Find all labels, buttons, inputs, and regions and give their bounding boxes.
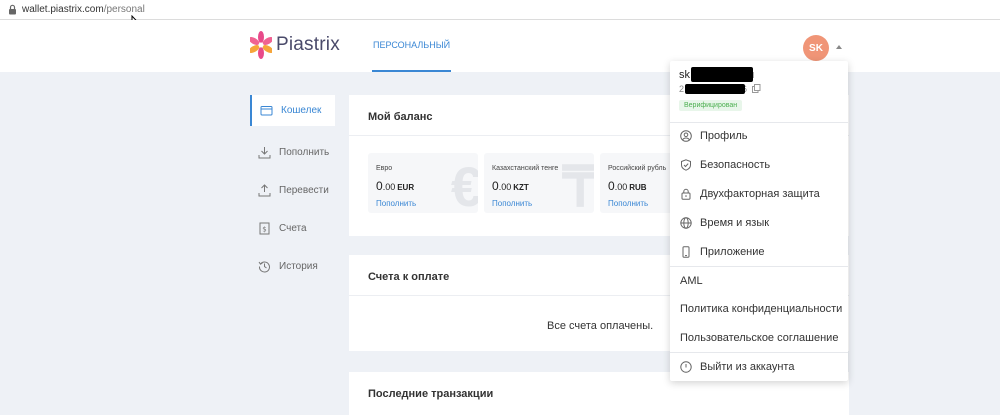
user-avatar[interactable]: SK xyxy=(803,35,829,61)
balance-title: Мой баланс xyxy=(368,111,433,123)
piastrix-logo[interactable]: Piastrix xyxy=(250,31,340,59)
upload-icon xyxy=(258,183,271,196)
user-info: sku 26 Верифицирован xyxy=(679,67,761,112)
user-dropdown-menu: sku 26 Верифицирован Профиль Безопасност… xyxy=(670,61,848,381)
menu-item-label: Приложение xyxy=(700,246,765,258)
lock-icon xyxy=(9,4,16,15)
shield-icon xyxy=(681,159,691,171)
user-id: 26 xyxy=(679,84,761,94)
user-email: sku xyxy=(679,67,761,82)
caret-up-icon[interactable] xyxy=(836,45,842,49)
currency-amount: 0.00 KZT xyxy=(492,179,529,193)
sidebar-item-wallet[interactable]: Кошелек xyxy=(250,95,335,126)
redaction-mark xyxy=(685,84,745,94)
menu-item-label: Профиль xyxy=(700,130,748,142)
currency-name: Казахстанский тенге xyxy=(492,165,559,172)
menu-item-label: AML xyxy=(680,275,703,287)
phone-icon xyxy=(682,246,690,258)
menu-item-label: Выйти из аккаунта xyxy=(700,361,795,373)
menu-item-time-language[interactable]: Время и язык xyxy=(670,209,848,237)
sidebar-item-label: Кошелек xyxy=(281,105,322,116)
topup-link[interactable]: Пополнить xyxy=(608,199,648,208)
menu-item-label: Политика конфиденциальности xyxy=(680,303,843,315)
flower-logo-icon xyxy=(250,31,272,59)
wallet-icon xyxy=(260,106,273,116)
currency-card-eur: € Евро 0.00 EUR Пополнить xyxy=(368,153,478,213)
currency-amount: 0.00 EUR xyxy=(376,179,415,193)
svg-text:$: $ xyxy=(262,225,266,233)
browser-address-bar[interactable]: wallet.piastrix.com/personal xyxy=(0,0,1000,20)
history-icon xyxy=(258,261,270,273)
sidebar-item-transfer[interactable]: Перевести xyxy=(250,171,335,209)
globe-icon xyxy=(680,217,692,229)
currency-card-kzt: ₸ Казахстанский тенге 0.00 KZT Пополнить xyxy=(484,153,594,213)
verified-badge: Верифицирован xyxy=(679,100,743,111)
currency-name: Российский рубль xyxy=(608,165,667,172)
sidebar-item-label: История xyxy=(279,260,318,272)
menu-item-security[interactable]: Безопасность xyxy=(670,151,848,179)
brand-name: Piastrix xyxy=(276,34,340,55)
menu-item-label: Время и язык xyxy=(700,217,770,229)
menu-item-terms[interactable]: Пользовательское соглашение xyxy=(670,324,848,352)
menu-item-profile[interactable]: Профиль xyxy=(670,122,848,150)
euro-watermark-icon: € xyxy=(450,155,478,214)
menu-item-aml[interactable]: AML xyxy=(670,267,848,295)
invoice-icon: $ xyxy=(259,222,270,234)
power-icon xyxy=(680,361,692,373)
menu-item-privacy[interactable]: Политика конфиденциальности xyxy=(670,295,848,323)
menu-item-app[interactable]: Приложение xyxy=(670,238,848,266)
menu-item-label: Безопасность xyxy=(700,159,771,171)
menu-item-2fa[interactable]: Двухфакторная защита xyxy=(670,180,848,208)
topup-link[interactable]: Пополнить xyxy=(376,199,416,208)
url-path: /personal xyxy=(103,4,145,15)
topup-link[interactable]: Пополнить xyxy=(492,199,532,208)
invoices-empty-text: Все счета оплачены. xyxy=(547,320,654,332)
user-icon xyxy=(680,130,692,142)
tenge-watermark-icon: ₸ xyxy=(562,155,594,214)
redaction-mark xyxy=(691,67,753,82)
download-icon xyxy=(258,146,271,158)
sidebar: Кошелек Пополнить Перевести $ Счета Исто… xyxy=(250,95,335,285)
sidebar-item-invoices[interactable]: $ Счета xyxy=(250,209,335,247)
sidebar-item-history[interactable]: История xyxy=(250,247,335,285)
sidebar-item-label: Пополнить xyxy=(279,146,330,158)
lock-icon xyxy=(681,188,691,200)
transactions-title: Последние транзакции xyxy=(368,388,494,400)
currency-amount: 0.00 RUB xyxy=(608,179,647,193)
tab-personal[interactable]: ПЕРСОНАЛЬНЫЙ xyxy=(372,20,452,72)
sidebar-item-topup[interactable]: Пополнить xyxy=(250,133,335,171)
invoices-title: Счета к оплате xyxy=(368,271,450,283)
top-header: Piastrix ПЕРСОНАЛЬНЫЙ SK xyxy=(0,20,1000,72)
sidebar-item-label: Счета xyxy=(279,222,307,234)
currency-name: Евро xyxy=(376,165,393,172)
menu-item-label: Пользовательское соглашение xyxy=(680,332,839,344)
url-host: wallet.piastrix.com xyxy=(22,4,104,15)
copy-icon[interactable] xyxy=(751,84,761,93)
menu-item-logout[interactable]: Выйти из аккаунта xyxy=(670,353,848,381)
menu-item-label: Двухфакторная защита xyxy=(700,188,820,200)
sidebar-item-label: Перевести xyxy=(279,184,329,196)
